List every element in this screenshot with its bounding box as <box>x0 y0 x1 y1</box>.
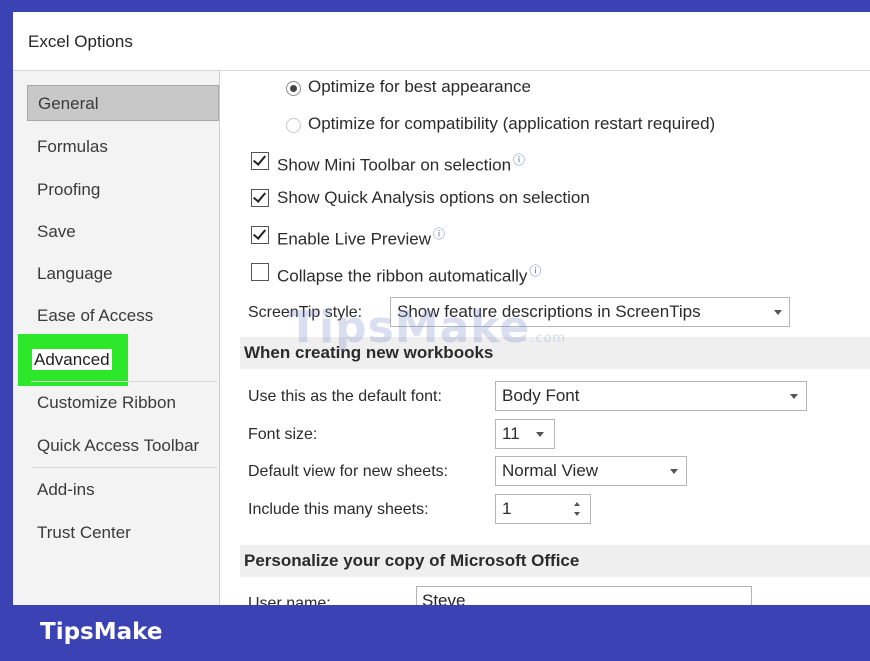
info-icon[interactable]: ⓘ <box>433 227 445 241</box>
radio-compatibility-label: Optimize for compatibility (application … <box>308 114 716 133</box>
spin-up-icon[interactable] <box>574 502 580 506</box>
default-font-label: Use this as the default font: <box>248 388 442 405</box>
checkbox-collapse-ribbon[interactable] <box>251 263 269 281</box>
chevron-down-icon <box>774 310 782 315</box>
checkbox-live-preview[interactable] <box>251 226 269 244</box>
options-sidebar: General Formulas Proofing Save Language … <box>13 71 220 605</box>
spin-down-icon[interactable] <box>574 512 580 516</box>
chevron-down-icon <box>536 432 544 437</box>
sidebar-item-ease-of-access[interactable]: Ease of Access <box>27 298 219 334</box>
font-size-value: 11 <box>502 424 520 443</box>
sidebar-item-advanced[interactable]: Advanced <box>18 334 128 386</box>
sidebar-item-add-ins[interactable]: Add-ins <box>27 472 219 508</box>
default-font-value: Body Font <box>502 386 580 405</box>
checkbox-collapse-ribbon-row: Collapse the ribbon automatically ⓘ <box>277 262 541 287</box>
default-view-dropdown[interactable]: Normal View <box>495 456 687 486</box>
sidebar-item-customize-ribbon[interactable]: Customize Ribbon <box>27 385 219 421</box>
dialog-title: Excel Options <box>28 32 133 51</box>
info-icon[interactable]: ⓘ <box>513 153 525 167</box>
font-size-dropdown[interactable]: 11 <box>495 419 555 449</box>
sidebar-item-formulas[interactable]: Formulas <box>27 129 219 165</box>
footer-brand: TipsMake <box>40 619 163 645</box>
username-field[interactable]: Steve <box>416 586 752 605</box>
excel-options-dialog: Excel Options General Formulas Proofing … <box>13 12 870 605</box>
default-view-value: Normal View <box>502 461 599 480</box>
font-size-label: Font size: <box>248 426 318 443</box>
footer-banner: TipsMake <box>0 605 870 661</box>
default-view-label: Default view for new sheets: <box>248 463 449 480</box>
section-personalize: Personalize your copy of Microsoft Offic… <box>240 545 870 577</box>
sheets-count-value: 1 <box>502 499 512 518</box>
default-font-dropdown[interactable]: Body Font <box>495 381 807 411</box>
sheets-count-stepper[interactable]: 1 <box>495 494 591 524</box>
checkbox-mini-toolbar[interactable] <box>251 152 269 170</box>
checkbox-live-preview-row: Enable Live Preview ⓘ <box>277 225 445 250</box>
radio-compatibility[interactable] <box>286 118 301 133</box>
sidebar-item-quick-access-toolbar[interactable]: Quick Access Toolbar <box>27 428 219 464</box>
checkbox-quick-analysis[interactable] <box>251 189 269 207</box>
radio-best-appearance-label: Optimize for best appearance <box>308 77 532 96</box>
checkbox-quick-analysis-label: Show Quick Analysis options on selection <box>277 188 590 207</box>
dialog-titlebar: Excel Options <box>13 12 870 71</box>
checkbox-collapse-ribbon-label: Collapse the ribbon automatically <box>277 266 528 286</box>
sheets-count-label: Include this many sheets: <box>248 501 429 518</box>
sidebar-item-proofing[interactable]: Proofing <box>27 172 219 208</box>
checkbox-mini-toolbar-row: Show Mini Toolbar on selection ⓘ <box>277 151 525 176</box>
chevron-down-icon <box>670 469 678 474</box>
checkbox-mini-toolbar-label: Show Mini Toolbar on selection <box>277 155 512 175</box>
username-label: User name: <box>248 595 331 605</box>
watermark-logo: TipsMake.com <box>288 302 567 353</box>
info-icon[interactable]: ⓘ <box>529 264 541 278</box>
sidebar-item-language[interactable]: Language <box>27 256 219 292</box>
chevron-down-icon <box>790 394 798 399</box>
sidebar-item-save[interactable]: Save <box>27 214 219 250</box>
checkbox-live-preview-label: Enable Live Preview <box>277 229 432 249</box>
sidebar-divider <box>31 467 217 468</box>
radio-best-appearance[interactable] <box>286 81 301 96</box>
sidebar-item-general[interactable]: General <box>27 85 219 121</box>
sidebar-divider <box>31 381 217 382</box>
sidebar-item-trust-center[interactable]: Trust Center <box>27 515 219 551</box>
sidebar-item-advanced-label: Advanced <box>32 349 112 370</box>
